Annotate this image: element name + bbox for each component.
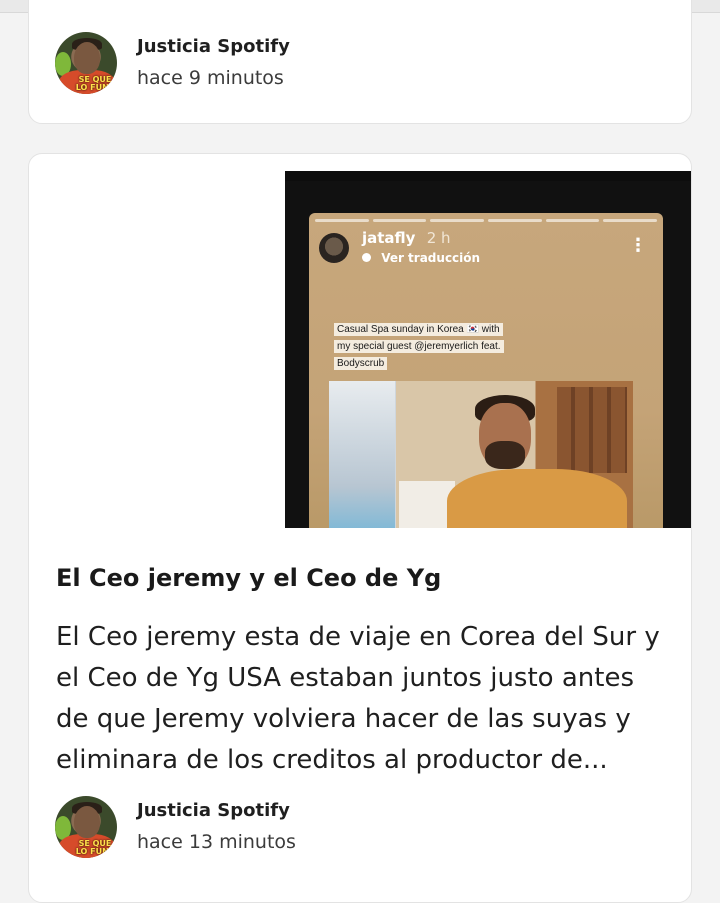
post-summary[interactable]: El Ceo jeremy esta de viaje en Corea del… [56,617,674,781]
post-headline[interactable]: El Ceo jeremy y el Ceo de Yg [56,562,666,594]
author-name[interactable]: Justicia Spotify [137,799,296,823]
story-translate: Ver traducción [362,251,480,265]
story-progress [315,219,658,222]
story-age: 2 h [426,229,451,247]
avatar-tag-text: SE QUE LO FUNE [75,839,115,856]
story-caption: Casual Spa sunday in Korea 🇰🇷 with my sp… [334,321,509,372]
post-time: hace 13 minutos [137,831,296,853]
author-avatar[interactable]: SE QUE LO FUNE [55,32,117,94]
post-image[interactable]: jatafly 2 h Ver traducción ⋮ Casual Spa … [285,171,691,528]
translate-dot-icon [362,253,371,262]
news-card[interactable]: SE QUE LO FUNE Justicia Spotify hace 9 m… [28,0,692,124]
author-meta: Justicia Spotify hace 13 minutos [137,799,296,855]
photo-man-beard [485,441,525,469]
photo-window [329,381,395,528]
author-row[interactable]: SE QUE LO FUNE Justicia Spotify hace 9 m… [55,32,290,94]
avatar-face [74,806,100,838]
story-avatar [319,233,349,263]
news-card[interactable]: jatafly 2 h Ver traducción ⋮ Casual Spa … [28,153,692,903]
author-meta: Justicia Spotify hace 9 minutos [137,35,290,91]
story-username-text: jatafly [362,229,416,247]
more-vert-icon: ⋮ [629,235,647,256]
author-name[interactable]: Justicia Spotify [137,35,290,59]
phone-status-bar [285,171,691,181]
instagram-story: jatafly 2 h Ver traducción ⋮ Casual Spa … [309,213,663,528]
story-photo [329,381,633,528]
avatar-face [74,42,100,74]
story-caption-text: Casual Spa sunday in Korea 🇰🇷 with my sp… [334,323,504,370]
photo-cabinet [557,387,627,473]
photo-man-robe [447,469,627,528]
author-avatar[interactable]: SE QUE LO FUNE [55,796,117,858]
avatar-tag-text: SE QUE LO FUNE [75,75,115,92]
post-time: hace 9 minutos [137,67,284,89]
story-translate-text: Ver traducción [381,251,481,265]
story-username: jatafly 2 h [362,229,451,247]
author-row[interactable]: SE QUE LO FUNE Justicia Spotify hace 13 … [55,796,296,858]
